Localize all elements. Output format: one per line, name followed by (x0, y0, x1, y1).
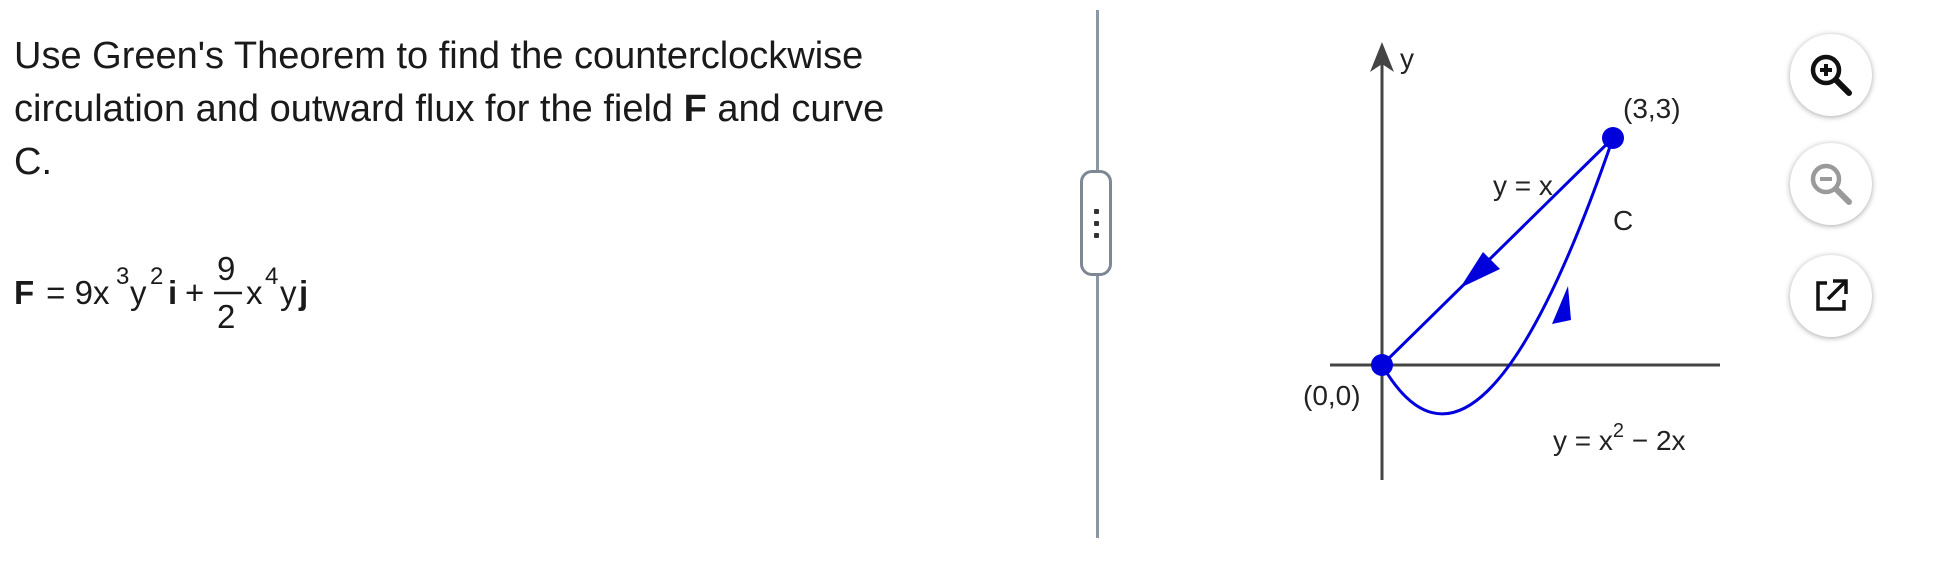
endpoint-3-3 (1602, 127, 1624, 149)
divider-drag-handle[interactable] (1080, 170, 1112, 276)
parabola-direction-arrow (1552, 286, 1571, 324)
curve-name-label: C (1613, 205, 1633, 236)
problem-panel: Use Green's Theorem to find the counterc… (0, 0, 1095, 579)
field-unit-i: i (168, 274, 177, 311)
point-3-3-label: (3,3) (1623, 93, 1681, 124)
field-exp-3: 3 (116, 263, 129, 290)
origin-label: (0,0) (1303, 380, 1361, 411)
problem-line-2b: and curve (706, 88, 885, 130)
field-fraction-numerator: 9 (217, 250, 235, 287)
zoom-in-button[interactable] (1790, 34, 1872, 116)
problem-field-symbol: F (683, 88, 707, 130)
y-axis-label: y (1400, 43, 1414, 74)
field-plus: + (185, 274, 204, 311)
parabola-equation-label: y = x2 − 2x (1553, 420, 1686, 456)
popout-icon (1816, 279, 1848, 311)
field-exp-2: 2 (150, 263, 163, 290)
field-term1-coef: = 9x (37, 274, 110, 311)
zoom-out-button[interactable] (1790, 143, 1872, 225)
problem-statement: Use Green's Theorem to find the counterc… (14, 30, 1054, 189)
vector-field-equation: F = 9x 3 y 2 i + 9 2 x 4 y j (14, 250, 308, 335)
zoom-out-icon (1810, 163, 1852, 205)
open-in-new-window-button[interactable] (1790, 255, 1872, 337)
line-direction-arrow (1460, 252, 1500, 288)
problem-line-2a: circulation and outward flux for the fie… (14, 88, 684, 130)
field-F-symbol: F (14, 274, 34, 311)
field-fraction-denominator: 2 (217, 298, 235, 335)
problem-line-1: Use Green's Theorem to find the counterc… (14, 35, 864, 77)
field-exp-4: 4 (265, 263, 278, 290)
field-term2-x: x (246, 274, 263, 311)
curve-graph: y x (0,0) (3,3) y = x C y = x2 − 2x (1303, 42, 1720, 480)
problem-line-3: C. (14, 141, 52, 183)
field-term1-y: y (130, 274, 147, 311)
field-unit-j: j (298, 274, 308, 311)
origin-point (1371, 354, 1393, 376)
zoom-in-icon (1810, 54, 1852, 96)
line-equation-label: y = x (1493, 170, 1553, 201)
field-term2-y: y (280, 274, 297, 311)
